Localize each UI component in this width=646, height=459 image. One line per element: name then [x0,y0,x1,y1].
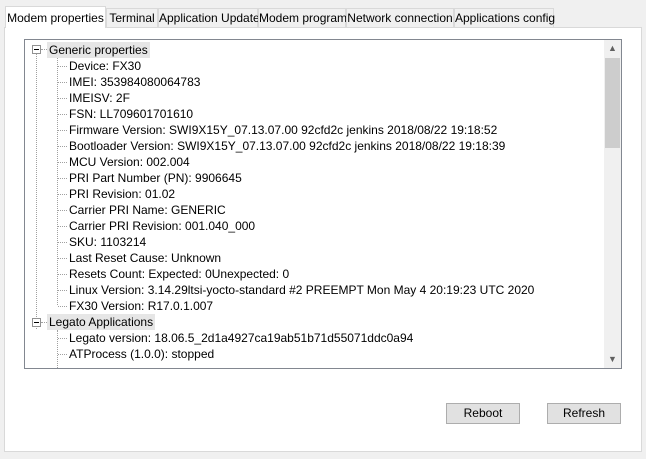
refresh-button[interactable]: Refresh [547,403,621,424]
tree-item[interactable]: SKU: 1103214 [69,234,146,250]
tree-connector [58,274,67,275]
tree-root-line [36,54,37,329]
collapse-generic-icon[interactable] [32,45,41,54]
tree-item[interactable]: Device: FX30 [69,58,141,74]
scroll-up-icon[interactable]: ▲ [604,40,621,57]
tab-terminal[interactable]: Terminal [106,8,158,27]
tree-connector [58,194,67,195]
tree-connector [58,146,67,147]
tab-modem-properties[interactable]: Modem properties [5,6,106,28]
tree-item[interactable]: PRI Part Number (PN): 9906645 [69,170,242,186]
tree-item[interactable]: FSN: LL709601701610 [69,106,193,122]
tree-connector [58,178,67,179]
tree-connector [58,242,67,243]
collapse-legato-icon[interactable] [32,318,41,327]
tree-item[interactable]: PRI Revision: 01.02 [69,186,175,202]
tree-item[interactable]: Firmware Version: SWI9X15Y_07.13.07.00 9… [69,122,497,138]
tree-item[interactable]: Carrier PRI Name: GENERIC [69,202,226,218]
scrollbar-thumb[interactable] [605,58,620,148]
tab-modem-program[interactable]: Modem program [258,8,347,27]
tree-connector [58,114,67,115]
reboot-button[interactable]: Reboot [446,403,520,424]
tree-connector [58,162,67,163]
tree-item[interactable]: Last Reset Cause: Unknown [69,250,221,266]
scroll-down-icon[interactable]: ▼ [604,351,621,368]
tree-connector [58,66,67,67]
tree-connector [58,210,67,211]
tree-item[interactable]: MCU Version: 002.004 [69,154,190,170]
tab-network-connection[interactable]: Network connection [346,8,454,27]
tree-connector [58,130,67,131]
tree-legato-line [57,330,58,368]
properties-tree[interactable]: Generic properties Device: FX30 IMEI: 353… [24,39,622,369]
tree-item[interactable]: Carrier PRI Revision: 001.040_000 [69,218,255,234]
tree-item[interactable]: Resets Count: Expected: 0Unexpected: 0 [69,266,289,282]
tree-item[interactable]: IMEISV: 2F [69,90,130,106]
tree-item[interactable]: IMEI: 353984080064783 [69,74,200,90]
tree-connector [58,226,67,227]
tree-connector [58,258,67,259]
tree-connector [58,98,67,99]
node-legato-applications[interactable]: Legato Applications [47,314,156,330]
tree-item[interactable]: Linux Version: 3.14.29ltsi-yocto-standar… [69,282,534,298]
tree-connector [58,306,67,307]
tree-connector [58,338,67,339]
tab-strip: Modem properties Terminal Application Up… [2,6,562,28]
tree-item[interactable]: ATProcess (1.0.0): stopped [69,346,214,362]
node-generic-properties[interactable]: Generic properties [47,42,150,58]
tree-content: Generic properties Device: FX30 IMEI: 353… [25,40,605,368]
tree-connector [58,82,67,83]
vertical-scrollbar[interactable]: ▲ ▼ [604,40,621,368]
tree-item[interactable]: FX30 Version: R17.0.1.007 [69,298,213,314]
tree-connector [58,290,67,291]
tab-application-update[interactable]: Application Update [158,8,260,27]
tree-item[interactable]: Bootloader Version: SWI9X15Y_07.13.07.00… [69,138,505,154]
tab-applications-config[interactable]: Applications config [454,8,555,27]
tree-generic-line [57,58,58,305]
tree-connector [58,354,67,355]
tree-item[interactable]: Legato version: 18.06.5_2d1a4927ca19ab51… [69,330,413,346]
